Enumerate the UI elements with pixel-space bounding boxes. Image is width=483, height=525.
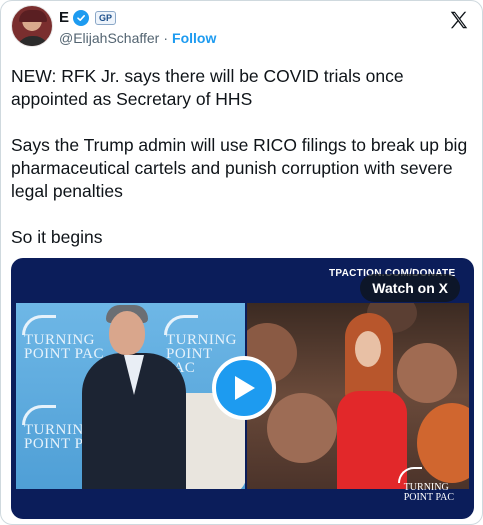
corner-logo-line2: POINT PAC (403, 492, 454, 503)
follow-button[interactable]: Follow (172, 30, 216, 46)
play-icon (235, 376, 255, 400)
author-handle-row: @ElijahSchaffer · Follow (59, 30, 216, 46)
audience-woman (327, 313, 417, 489)
tweet-paragraph: So it begins (11, 227, 103, 247)
x-logo-icon[interactable] (448, 9, 470, 31)
audience-panel (247, 303, 469, 489)
tweet-text: NEW: RFK Jr. says there will be COVID tr… (11, 65, 473, 272)
handle-separator: · (163, 30, 169, 46)
author-avatar[interactable] (11, 5, 53, 47)
affiliate-badge[interactable]: GP (95, 11, 117, 25)
speaker-head (109, 311, 145, 355)
tweet-paragraph: NEW: RFK Jr. says there will be COVID tr… (11, 66, 404, 109)
video-player[interactable]: TPACTION.COM/DONATE TURNING POINT PAC TU… (11, 258, 474, 519)
tweet-card: E GP @ElijahSchaffer · Follow NEW: RFK J… (0, 0, 483, 525)
audience-member (417, 403, 469, 483)
avatar-cap (19, 10, 47, 22)
logo-text-line1: TURNING (24, 332, 95, 348)
author-name-row: E GP (59, 9, 117, 27)
watch-on-x-button[interactable]: Watch on X (360, 274, 460, 302)
author-handle[interactable]: @ElijahSchaffer (59, 30, 159, 46)
play-button[interactable] (212, 356, 276, 420)
logo-text-line2: POINT PAC (24, 346, 104, 362)
speaker-panel: TURNING POINT PAC TURNING POINT PAC TURN… (16, 303, 245, 489)
verified-check-icon (73, 10, 90, 26)
logo-text-line1: TURNING (166, 332, 237, 348)
tweet-paragraph: Says the Trump admin will use RICO filin… (11, 135, 468, 201)
turning-point-corner-logo: TURNING POINT PAC (397, 467, 454, 503)
turning-point-logo: TURNING POINT PAC (22, 315, 104, 362)
author-display-name[interactable]: E (59, 9, 69, 27)
avatar-shirt (16, 36, 50, 46)
